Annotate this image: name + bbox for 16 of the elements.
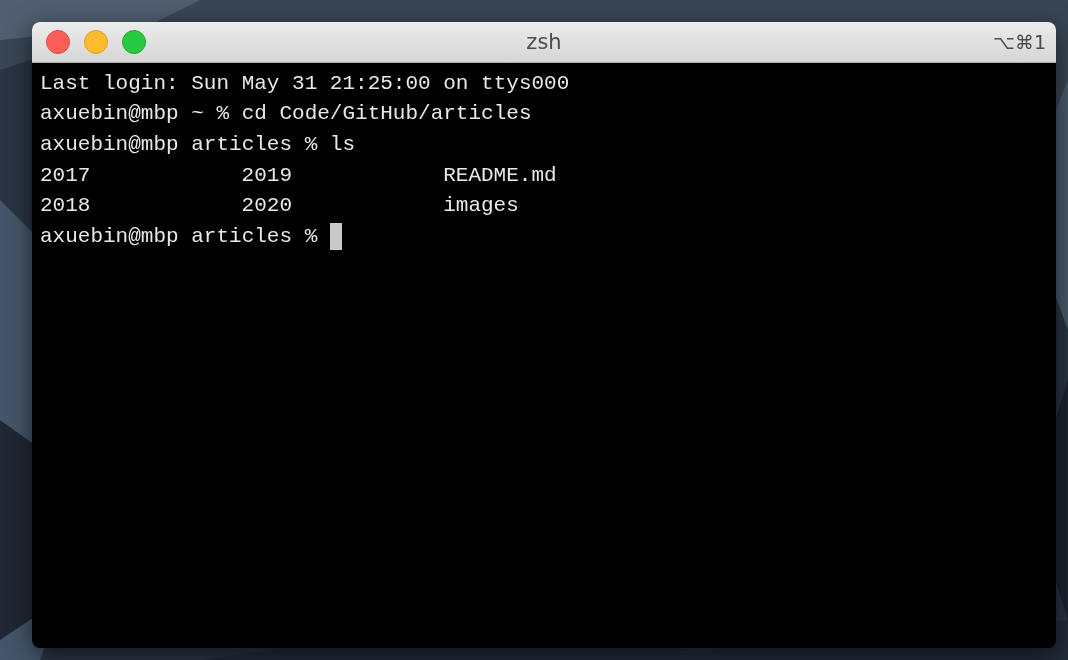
terminal-line: axuebin@mbp ~ % cd Code/GitHub/articles [40, 102, 532, 126]
text-cursor [329, 222, 342, 250]
file-name: 2020 [241, 194, 293, 218]
terminal-line: axuebin@mbp articles % [40, 224, 318, 248]
file-name: images [443, 194, 520, 218]
file-name: 2019 [241, 163, 293, 187]
window-title: zsh [526, 30, 562, 54]
terminal-line: axuebin@mbp articles % ls [40, 133, 356, 156]
terminal-line: Last login: Sun May 31 21:25:00 on ttys000 [40, 71, 570, 95]
file-name: 2018 [40, 194, 92, 218]
file-name: README.md [443, 163, 558, 187]
zoom-button[interactable] [122, 30, 146, 54]
minimize-button[interactable] [84, 30, 108, 54]
shortcut-label: ⌥⌘1 [993, 31, 1047, 53]
file-name: 2017 [40, 163, 92, 187]
close-button[interactable] [46, 30, 70, 54]
